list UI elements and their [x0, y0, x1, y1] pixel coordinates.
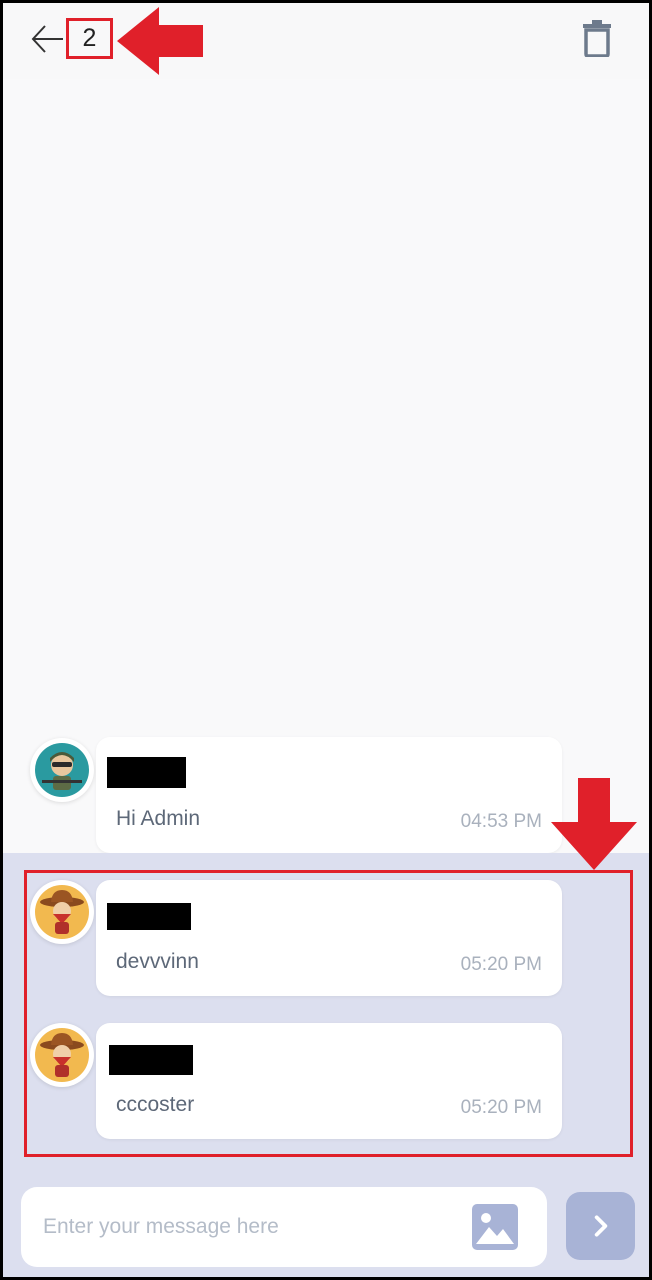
send-button[interactable] — [566, 1192, 635, 1260]
message-bubble[interactable]: Hi Admin 04:53 PM — [96, 737, 562, 853]
selected-count: 2 — [66, 18, 113, 59]
chevron-right-icon — [594, 1215, 607, 1237]
trash-icon[interactable] — [581, 19, 613, 58]
chat-screen: 2 Hi Admin 04:53 PM devvvinn 05:20 PM cc… — [0, 0, 652, 1280]
image-attach-icon[interactable] — [471, 1203, 519, 1251]
annotation-arrow-left-icon — [117, 7, 203, 75]
avatar-soldier[interactable] — [30, 738, 94, 802]
message-input[interactable] — [43, 1209, 443, 1245]
annotation-arrow-down-icon — [551, 778, 637, 870]
message-time: 04:53 PM — [460, 811, 542, 832]
message-composer — [3, 1167, 649, 1277]
annotation-selection-box — [24, 870, 633, 1157]
back-arrow-icon[interactable] — [29, 21, 65, 57]
message-input-container — [21, 1187, 547, 1267]
redacted-username — [107, 757, 186, 788]
message-text: Hi Admin — [116, 807, 201, 830]
selection-header: 2 — [3, 3, 649, 79]
